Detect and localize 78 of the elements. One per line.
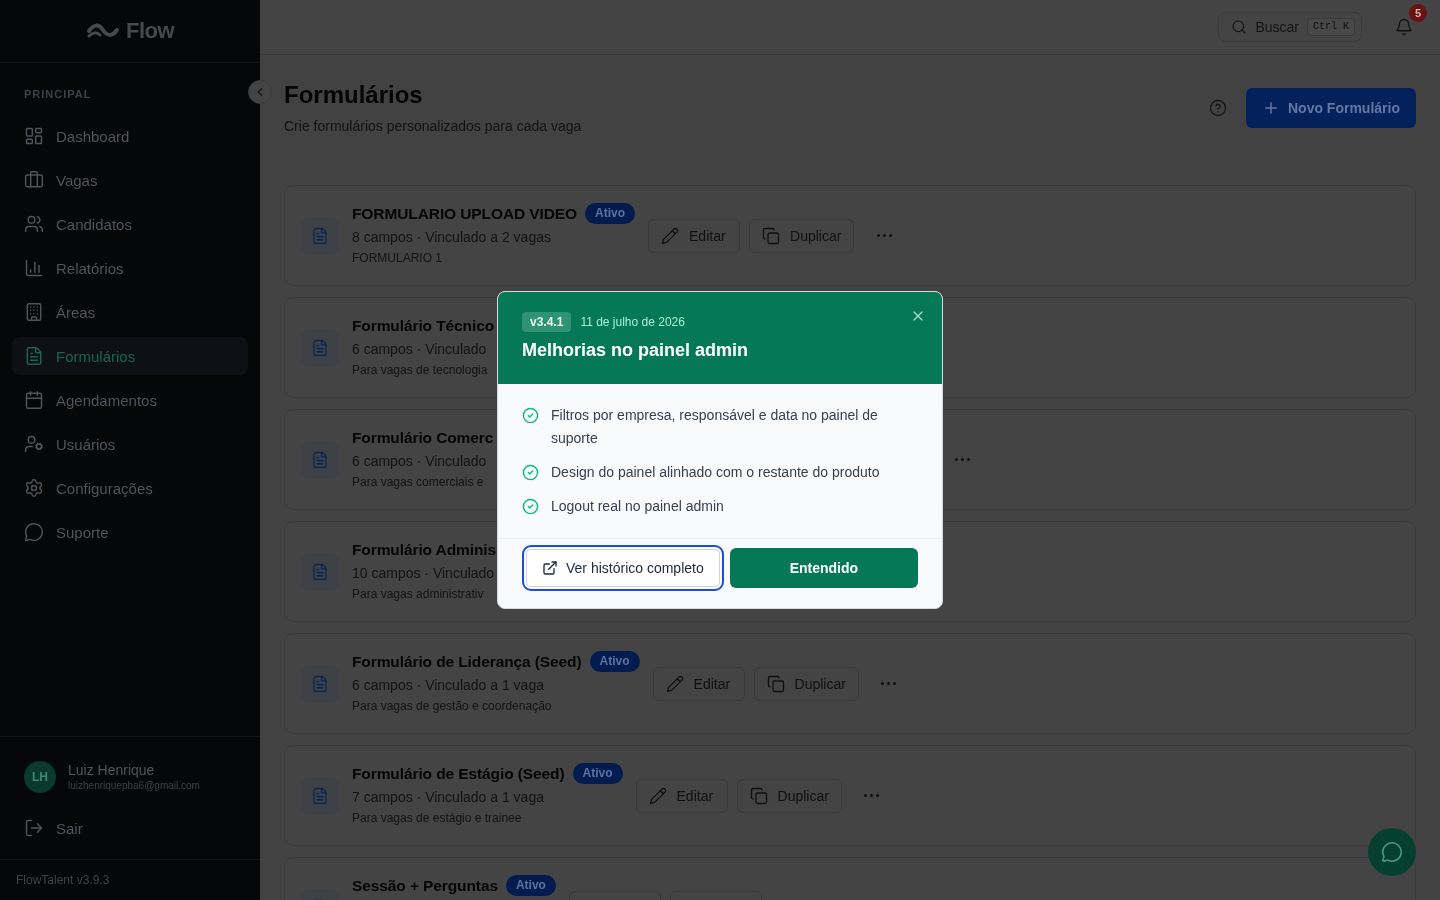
building-icon [24, 302, 44, 322]
status-badge: Ativo [589, 651, 640, 672]
user-gear-icon [24, 434, 44, 454]
form-title: Formulário Comerc [352, 427, 494, 448]
pencil-icon [661, 226, 680, 245]
change-item: Filtros por empresa, responsável e data no painel de suporte [551, 406, 879, 448]
user-avatar: LH [24, 761, 56, 793]
document-icon [301, 328, 339, 367]
copy-icon [762, 226, 781, 245]
search-icon [1231, 19, 1248, 35]
document-icon [301, 552, 339, 591]
help-icon [1209, 99, 1227, 117]
document-icon [301, 664, 339, 703]
ellipsis-icon [881, 682, 897, 685]
logo-icon [85, 23, 120, 39]
form-title: Formulário Técnico [352, 315, 495, 336]
help-button[interactable] [1209, 99, 1227, 117]
copy-icon [766, 674, 785, 693]
user-name: Luiz Henrique [68, 761, 155, 779]
dialog-title: Melhorias no painel admin [522, 339, 749, 362]
section-label: PRINCIPAL [24, 87, 92, 101]
users-icon [24, 214, 44, 234]
plus-icon [1262, 99, 1280, 117]
bell-icon [1395, 18, 1413, 36]
bar-chart-icon [24, 258, 44, 278]
logo-text: Flow [125, 18, 175, 44]
form-title: Formulário Adminis [352, 539, 497, 560]
nav-item[interactable]: Agendamentos [12, 381, 248, 419]
release-date: 11 de julho de 2026 [580, 314, 685, 330]
nav-item[interactable]: Áreas [12, 293, 248, 331]
document-icon [301, 216, 339, 255]
version-badge: v3.4.1 [522, 312, 572, 332]
dashboard-icon [24, 126, 44, 146]
nav-item[interactable]: Suporte [12, 513, 248, 551]
app-version: FlowTalent v3.9.3 [16, 873, 110, 887]
change-item: Design do painel alinhado com o restante do produto [551, 463, 880, 482]
ellipsis-icon [876, 234, 892, 237]
logout-button[interactable]: Sair [12, 809, 248, 847]
external-link-icon [542, 560, 558, 576]
briefcase-icon [24, 170, 44, 190]
check-circle-icon [522, 498, 539, 515]
pencil-icon [648, 786, 667, 805]
nav-item[interactable]: Relatórios [12, 249, 248, 287]
document-icon [301, 776, 339, 815]
form-title: Formulário de Liderança (Seed) [352, 651, 582, 672]
page-title: Formulários [284, 80, 423, 110]
pencil-icon [665, 674, 684, 693]
status-badge: Ativo [505, 875, 556, 896]
form-title: Formulário de Estágio (Seed) [352, 763, 565, 784]
ellipsis-icon [954, 458, 970, 461]
check-circle-icon [522, 464, 539, 481]
copy-icon [749, 786, 768, 805]
nav-item[interactable]: Formulários [12, 337, 248, 375]
settings-icon [24, 478, 44, 498]
new-form-button[interactable]: Novo Formulário [1246, 88, 1416, 128]
nav-item[interactable]: Configurações [12, 469, 248, 507]
chat-bubble-icon [24, 522, 44, 542]
notification-count: 5 [1409, 4, 1427, 22]
nav-item[interactable]: Vagas [12, 161, 248, 199]
form-title: FORMULARIO UPLOAD VIDEO [352, 203, 578, 224]
check-circle-icon [522, 407, 539, 424]
status-badge: Ativo [585, 203, 636, 224]
nav-item[interactable]: Dashboard [12, 117, 248, 155]
confirm-button[interactable]: Entendido [729, 548, 918, 588]
document-icon [24, 346, 44, 366]
history-button[interactable]: Ver histórico completo [522, 545, 724, 591]
status-badge: Ativo [572, 763, 623, 784]
collapse-button[interactable] [248, 80, 272, 104]
nav-item[interactable]: Candidatos [12, 205, 248, 243]
nav-item[interactable]: Usuários [12, 425, 248, 463]
form-title: Sessão + Perguntas [352, 875, 498, 896]
ellipsis-icon [864, 794, 880, 797]
change-item: Logout real no painel admin [551, 497, 724, 516]
user-email: luizhenriquepba6@gmail.com [68, 779, 200, 793]
document-icon [301, 440, 339, 479]
logout-icon [24, 818, 44, 838]
calendar-icon [24, 390, 44, 410]
chat-bubble-icon [1381, 841, 1403, 863]
